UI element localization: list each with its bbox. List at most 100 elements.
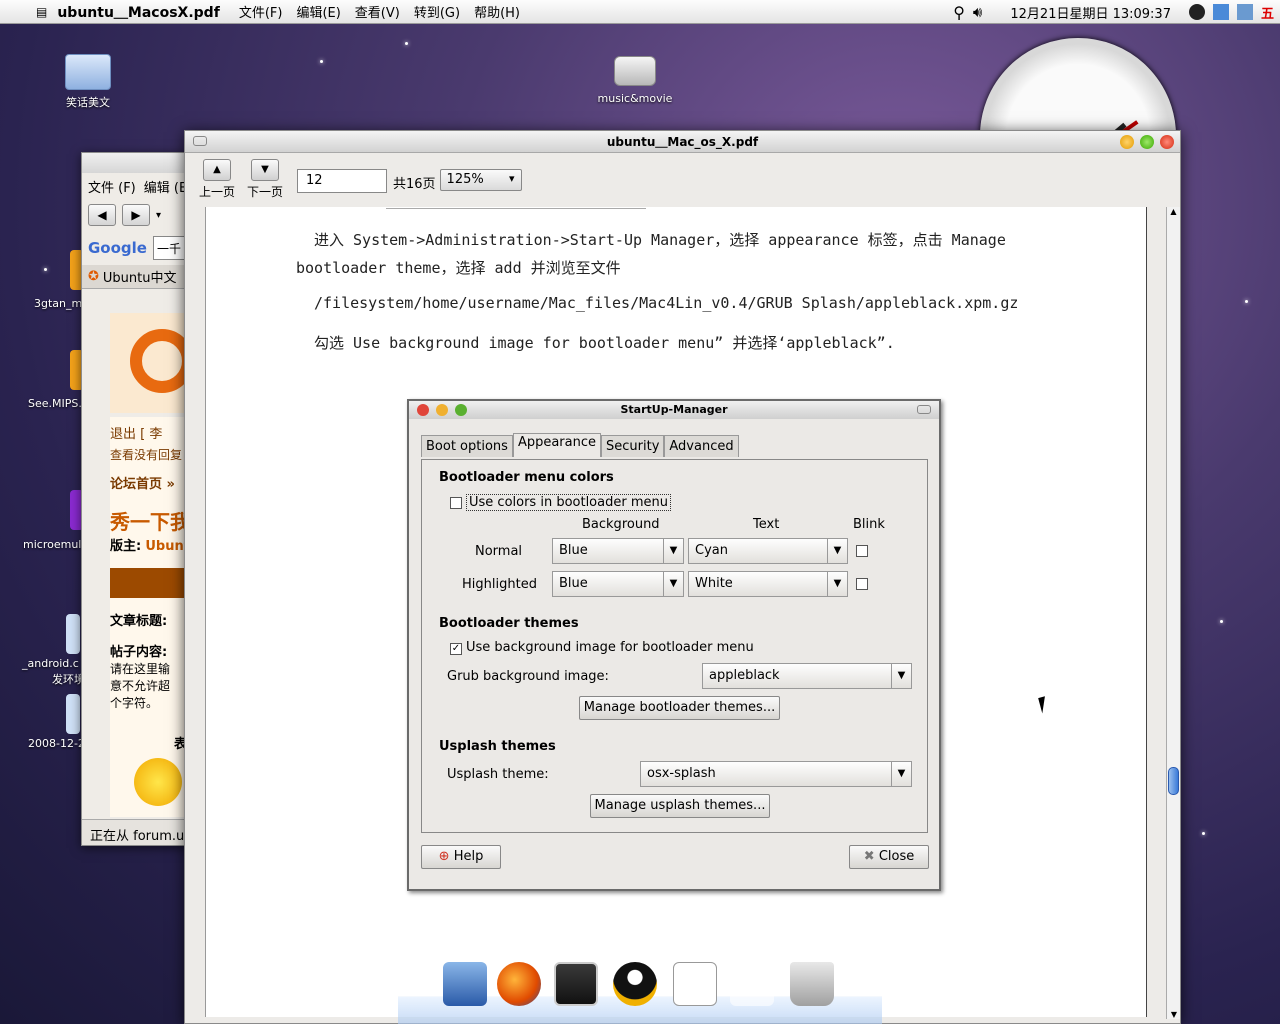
browser-window[interactable]: 文件 (F) 编辑 (E ◀ ▶ ▾ Google 一千 ✪ Ubuntu中文 … [81, 152, 191, 846]
clock-text[interactable]: 12月21日星期日 13:09:37 [990, 3, 1181, 22]
highlight-text-combo: White ▼ [688, 571, 848, 597]
desktop-icon-label: 笑话美文 [66, 96, 110, 109]
desktop-drive-music[interactable]: music&movie [590, 56, 680, 105]
pdf-viewer-window[interactable]: ubuntu＿Mac_os_X.pdf ▲ 上一页 ▼ 下一页 12 共16页 … [184, 130, 1181, 1024]
content-field-label: 帖子内容: [110, 645, 168, 660]
menu-go[interactable]: 转到(G) [407, 2, 467, 21]
vertical-scrollbar[interactable]: ▲ ▼ [1166, 207, 1180, 1019]
pdf-app-icon: ▤ [36, 4, 48, 19]
combo-value: White [695, 576, 733, 591]
menu-edit[interactable]: 编辑(E) [289, 2, 347, 21]
search-icon[interactable]: ⚲ [953, 3, 965, 22]
hard-drive-icon [614, 56, 656, 86]
highlight-blink-checkbox [856, 578, 868, 590]
terminal-dock-icon[interactable] [554, 962, 598, 1006]
forward-button[interactable]: ▶ [122, 204, 150, 226]
back-button[interactable]: ◀ [88, 204, 116, 226]
breadcrumb[interactable]: 论坛首页 » [110, 473, 190, 492]
menu-file[interactable]: 文件(F) [232, 2, 290, 21]
desktop-icon-label[interactable]: 3gtan_m [34, 297, 82, 310]
zoom-select[interactable]: 125% [439, 169, 522, 191]
desktop-icon-label[interactable]: See.MIPS. [28, 397, 82, 410]
help-button-label: Help [453, 849, 484, 864]
pdf-titlebar[interactable]: ubuntu＿Mac_os_X.pdf [185, 131, 1180, 153]
pdf-text-line: 勾选 Use background image for bootloader m… [314, 334, 895, 352]
browser-statusbar: 正在从 forum.u [82, 819, 190, 845]
section-usplash-themes: Usplash themes [439, 739, 556, 754]
row-normal-label: Normal [475, 544, 523, 559]
scroll-down-icon[interactable]: ▼ [1167, 1010, 1181, 1019]
next-page-button[interactable]: ▼ 下一页 [241, 159, 289, 200]
tab-appearance: Appearance [512, 433, 601, 457]
sm-appearance-panel: Bootloader menu colors Use colors in boo… [421, 459, 928, 833]
prev-page-label: 上一页 [198, 185, 235, 199]
window-menu-icon[interactable] [193, 136, 207, 146]
normal-background-combo: Blue ▼ [552, 538, 684, 564]
display-tray-icon[interactable] [1236, 4, 1253, 20]
desktop-icon-label[interactable]: 2008-12-2 [28, 737, 85, 750]
sm-titlebar: StartUp-Manager [409, 401, 939, 419]
logout-link[interactable]: 退出 [ 李 [110, 423, 190, 442]
finder-dock-icon[interactable] [443, 962, 487, 1006]
desktop-icon-label[interactable]: _android.c [22, 657, 79, 670]
browser-menubar: 文件 (F) 编辑 (E [82, 173, 190, 199]
star-decoration [320, 60, 323, 63]
smiley-icon[interactable] [134, 758, 182, 806]
folder-icon [65, 54, 111, 90]
use-bg-image-label: Use background image for bootloader menu [466, 640, 754, 655]
sm-tabs: Boot options Appearance Security Advance… [421, 433, 739, 457]
maximize-button[interactable] [1140, 135, 1154, 149]
qq-dock-icon[interactable] [613, 962, 657, 1006]
column-blink: Blink [853, 517, 885, 532]
browser-titlebar[interactable] [82, 153, 190, 173]
maximize-dot-icon [455, 404, 467, 416]
moderator: 版主: Ubunt [110, 535, 190, 554]
unanswered-link[interactable]: 查看没有回复 [110, 446, 190, 463]
network-tray-icon[interactable] [1212, 4, 1229, 20]
desktop-folder-jokes[interactable]: 笑话美文 [43, 54, 133, 110]
google-search-bar: Google 一千 [82, 231, 190, 265]
folder-icon[interactable] [66, 614, 80, 654]
menu-help[interactable]: 帮助(H) [467, 2, 527, 21]
star-decoration [1202, 832, 1205, 835]
startup-manager-screenshot: StartUp-Manager Boot options Appearance … [407, 399, 941, 891]
desktop-icon-label[interactable]: microemul [23, 538, 81, 551]
usplash-theme-label: Usplash theme: [447, 767, 549, 782]
drive-dock-icon[interactable] [730, 962, 774, 1006]
up-arrow-icon: ▲ [203, 159, 231, 181]
browser-tab[interactable]: ✪ Ubuntu中文 [82, 265, 190, 289]
browser-nav: ◀ ▶ ▾ [82, 199, 190, 231]
combo-value: Blue [559, 576, 588, 591]
folder-icon[interactable] [66, 694, 80, 734]
tab-advanced: Advanced [664, 435, 739, 457]
hint-text-line: 请在这里输 [110, 662, 171, 676]
input-method-icon[interactable]: 五 [1261, 3, 1274, 22]
browser-menu-edit[interactable]: 编辑 (E [144, 177, 187, 196]
pdf-text-line: 进入 System->Administration->Start-Up Mana… [314, 231, 1006, 249]
tab-boot-options: Boot options [421, 435, 513, 457]
history-dropdown-icon[interactable]: ▾ [156, 210, 161, 221]
volume-icon[interactable]: 🔊︎ [973, 3, 982, 21]
pdf-dock-icon[interactable] [673, 962, 717, 1006]
trash-dock-icon[interactable] [790, 962, 834, 1006]
page-number-input[interactable]: 12 [297, 169, 387, 193]
lifebuoy-icon: ⊕ [438, 849, 450, 864]
column-text: Text [753, 517, 780, 532]
firefox-dock-icon[interactable] [497, 962, 541, 1006]
section-menu-colors: Bootloader menu colors [439, 470, 614, 485]
star-decoration [1245, 300, 1248, 303]
close-button[interactable] [1160, 135, 1174, 149]
cut-text-remnant [386, 207, 646, 209]
browser-menu-file[interactable]: 文件 (F) [88, 177, 136, 196]
hint-text-line: 意不允许超 [110, 679, 171, 693]
qq-tray-icon[interactable] [1188, 4, 1205, 20]
prev-page-button[interactable]: ▲ 上一页 [193, 159, 241, 200]
page-heading: 秀一下我 [110, 510, 190, 534]
menubar-status-area: ⚲ 🔊︎ 12月21日星期日 13:09:37 五 [953, 0, 1280, 24]
scrollbar-thumb[interactable] [1168, 767, 1179, 795]
menu-view[interactable]: 查看(V) [348, 2, 407, 21]
scroll-up-icon[interactable]: ▲ [1167, 207, 1180, 216]
close-x-icon: ✖ [863, 849, 875, 864]
next-page-label: 下一页 [246, 185, 283, 199]
minimize-button[interactable] [1120, 135, 1134, 149]
